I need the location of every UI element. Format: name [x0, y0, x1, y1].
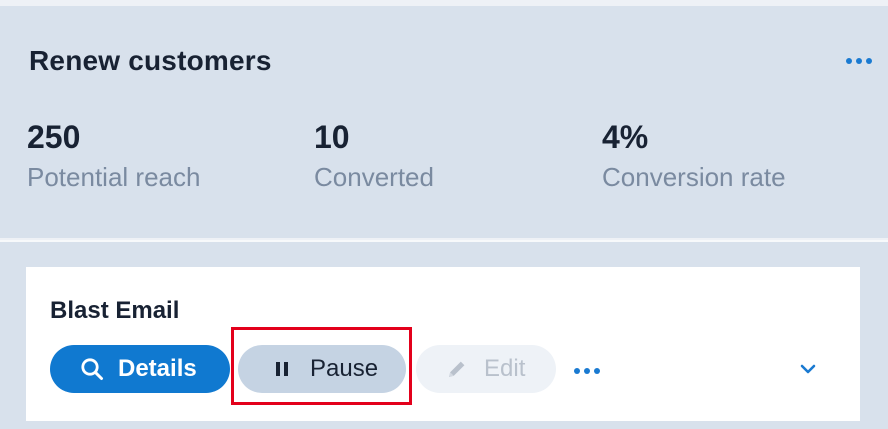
pause-button-label: Pause	[310, 355, 379, 382]
chevron-down-icon[interactable]	[797, 358, 819, 385]
audience-title: Renew customers	[29, 45, 272, 76]
details-button[interactable]: Details	[50, 345, 230, 393]
pencil-icon	[446, 358, 468, 380]
card-more-options-icon[interactable]	[572, 366, 602, 376]
audience-more-options-icon[interactable]	[843, 55, 875, 67]
stat-value-converted: 10	[314, 119, 350, 155]
details-button-label: Details	[118, 355, 197, 382]
audience-summary-panel	[0, 6, 888, 238]
stat-value-conversion-rate: 4%	[602, 119, 649, 155]
search-icon	[80, 357, 104, 381]
pause-button[interactable]: Pause	[238, 345, 406, 393]
stat-label-conversion-rate: Conversion rate	[602, 162, 786, 192]
stat-value-potential-reach: 250	[27, 119, 81, 155]
edit-button-label: Edit	[484, 355, 526, 382]
pause-icon	[276, 362, 288, 376]
stat-label-converted: Converted	[314, 162, 434, 192]
stat-label-potential-reach: Potential reach	[27, 162, 201, 192]
edit-button[interactable]: Edit	[416, 345, 556, 393]
card-title: Blast Email	[50, 297, 180, 324]
blast-email-card	[26, 267, 860, 421]
